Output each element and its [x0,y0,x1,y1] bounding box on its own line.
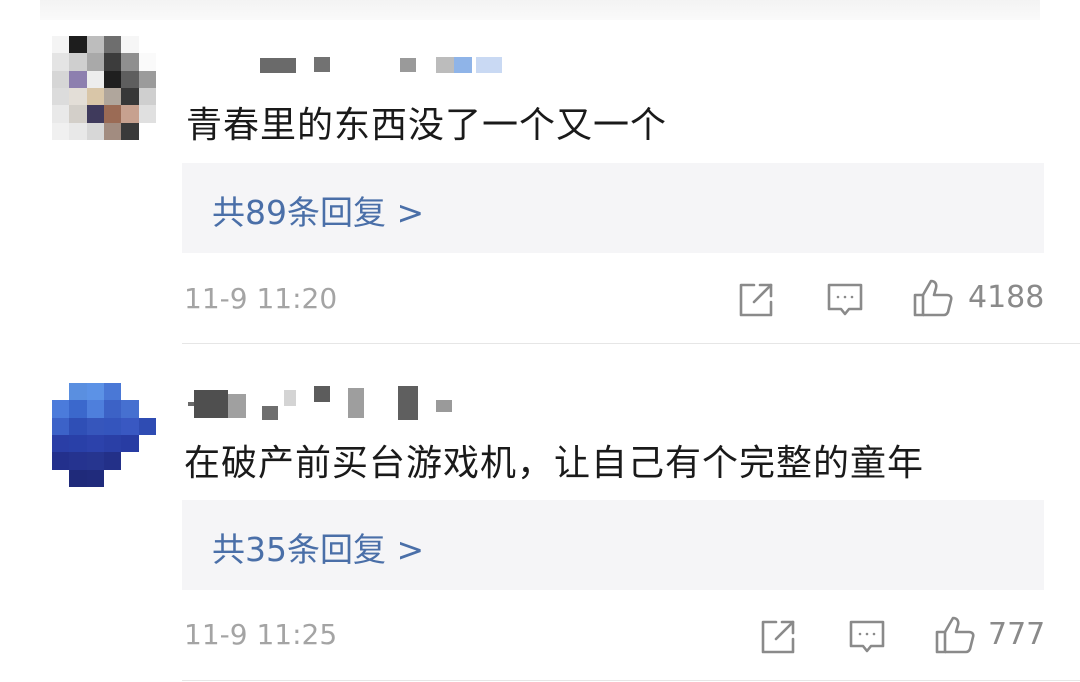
share-button[interactable] [738,282,774,318]
avatar[interactable] [52,383,156,487]
share-icon [761,620,795,654]
comment-text: 在破产前买台游戏机，让自己有个完整的童年 [184,443,925,484]
avatar[interactable] [52,36,156,140]
comment-divider [182,680,1080,681]
comment-icon [849,620,885,653]
comment-icon [827,283,863,316]
thumbs-up-icon [913,279,953,317]
comment-button[interactable] [826,282,864,318]
like-count: 4188 [968,280,1045,315]
comment-divider [182,343,1080,344]
username-redacted[interactable] [186,54,516,80]
comment-button[interactable] [848,619,886,655]
timestamp: 11-9 11:20 [184,282,338,315]
replies-box[interactable]: 共89条回复 > [182,163,1044,253]
timestamp: 11-9 11:25 [184,618,338,651]
username-redacted[interactable] [186,386,466,420]
like-button[interactable] [934,615,976,655]
previous-item-edge [40,0,1040,20]
share-button[interactable] [760,619,796,655]
thumbs-up-icon [935,616,975,654]
replies-box[interactable]: 共35条回复 > [182,500,1044,590]
view-replies-link[interactable]: 共89条回复 > [212,186,424,234]
comment-text: 青春里的东西没了一个又一个 [186,105,668,146]
share-icon [739,283,773,317]
like-count: 777 [988,617,1046,652]
view-replies-link[interactable]: 共35条回复 > [212,523,424,571]
like-button[interactable] [912,278,954,318]
